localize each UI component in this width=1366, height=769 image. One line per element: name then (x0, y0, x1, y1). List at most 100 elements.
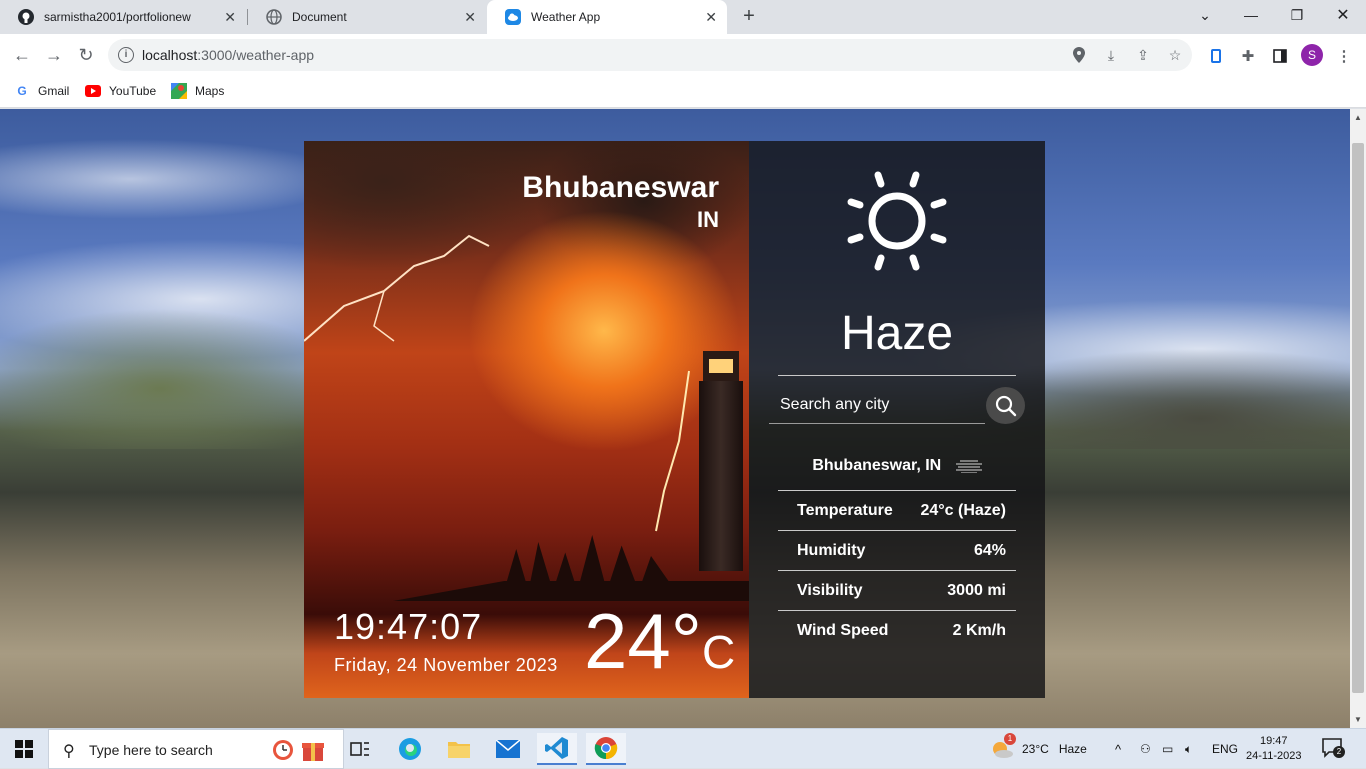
clock-time: 19:47 (1259, 735, 1288, 747)
scroll-thumb[interactable] (1352, 143, 1364, 693)
location-text: Bhubaneswar, IN (812, 457, 942, 474)
restore-button[interactable]: ❐ (1274, 0, 1320, 30)
weather-hero-card: Bhubaneswar IN 19:47:07 Friday, 24 Novem… (304, 141, 749, 698)
notification-center[interactable]: 2 (1322, 729, 1345, 769)
bookmark-star-icon[interactable]: ☆ (1167, 47, 1183, 63)
detail-value: 64% (973, 542, 1006, 559)
detail-label: Visibility (797, 582, 863, 599)
scroll-up-icon[interactable]: ▲ (1354, 113, 1362, 122)
weather-details-panel: Haze Bhubaneswar, IN Temperature 24°c (H… (749, 141, 1045, 698)
divider (778, 375, 1016, 376)
weather-icon (505, 9, 521, 25)
address-bar[interactable]: i localhost:3000/weather-app ⤓ ⇪ ☆ (108, 39, 1192, 71)
vscode-icon[interactable] (537, 733, 577, 765)
site-info-icon[interactable]: i (118, 47, 134, 63)
mail-icon[interactable] (488, 733, 528, 765)
detail-label: Wind Speed (797, 622, 889, 639)
close-window-button[interactable]: ✕ (1320, 0, 1366, 30)
tab-search-icon[interactable]: ⌄ (1182, 0, 1228, 30)
tab-title: Document (292, 10, 347, 24)
weather-condition: Haze (840, 307, 954, 360)
current-date: Friday, 24 November 2023 (334, 655, 558, 675)
bookmarks-bar: G Gmail YouTube Maps (0, 76, 1366, 108)
weather-widget[interactable]: 1 23°C Haze (990, 729, 1087, 769)
location-line: Bhubaneswar, IN (749, 457, 1045, 475)
alarm-clock-icon (271, 736, 295, 767)
taskbar-temp: 23°C (1022, 742, 1049, 756)
weather-widget-icon: 1 (990, 732, 1016, 762)
install-icon[interactable]: ⤓ (1103, 47, 1119, 63)
close-tab-icon[interactable]: ✕ (464, 9, 476, 26)
task-view-icon[interactable] (340, 733, 380, 765)
language-indicator[interactable]: ENG (1212, 729, 1238, 769)
location-icon[interactable] (1071, 47, 1087, 63)
detail-label: Temperature (797, 502, 893, 519)
profile-avatar[interactable]: S (1301, 44, 1323, 66)
tab-strip: sarmistha2001/portfolionew ✕ Document ✕ … (0, 0, 1366, 34)
country-code: IN (697, 207, 719, 232)
taskbar-weather-condition: Haze (1058, 742, 1087, 756)
detail-value: 2 Km/h (952, 622, 1006, 639)
close-tab-icon[interactable]: ✕ (224, 9, 236, 26)
temperature-display: 24°C (584, 596, 735, 687)
back-icon[interactable]: ← (11, 44, 33, 66)
url-path: :3000/weather-app (197, 47, 315, 63)
extension-app-icon[interactable] (1207, 47, 1225, 65)
url-host: localhost (142, 47, 198, 63)
clock-date: 24-11-2023 (1246, 750, 1302, 762)
bookmark-youtube[interactable]: YouTube (85, 83, 156, 99)
detail-value: 3000 mi (947, 582, 1006, 599)
share-icon[interactable]: ⇪ (1135, 47, 1151, 63)
detail-value: 24°c (Haze) (920, 502, 1006, 519)
battery-icon[interactable]: ▭ (1162, 729, 1173, 769)
start-button[interactable] (0, 729, 48, 769)
tab-github[interactable]: sarmistha2001/portfolionew ✕ (0, 0, 246, 34)
search-icon (995, 395, 1016, 416)
show-hidden-icons[interactable]: ^ (1115, 729, 1121, 769)
detail-label: Humidity (797, 542, 866, 559)
sun-icon (847, 171, 947, 271)
file-explorer-icon[interactable] (439, 733, 479, 765)
bookmark-label: Maps (195, 84, 225, 98)
city-name: Bhubaneswar (522, 171, 719, 204)
menu-kebab-icon[interactable]: ⋮ (1335, 47, 1353, 65)
lighthouse-graphic (699, 351, 743, 571)
chrome-icon[interactable] (586, 733, 626, 765)
google-icon: G (17, 84, 27, 98)
new-tab-button[interactable]: + (738, 5, 760, 27)
forward-icon[interactable]: → (43, 44, 65, 66)
temperature-value: 24° (584, 597, 702, 685)
volume-icon[interactable]: 🔈︎ (1185, 729, 1192, 769)
github-icon (18, 9, 34, 25)
taskbar-search-box[interactable]: ⚲ Type here to search (48, 729, 344, 769)
minimize-button[interactable]: — (1228, 0, 1274, 30)
tab-weather-app[interactable]: Weather App ✕ (487, 0, 727, 34)
bookmark-label: Gmail (38, 84, 70, 98)
close-tab-icon[interactable]: ✕ (705, 9, 717, 26)
taskbar-search-placeholder: Type here to search (89, 742, 213, 758)
meet-now-icon[interactable]: ⚇ (1140, 729, 1151, 769)
page-scrollbar[interactable]: ▲ ▼ (1350, 109, 1366, 728)
taskbar-clock[interactable]: 19:47 24-11-2023 (1246, 729, 1301, 769)
bookmark-gmail[interactable]: G Gmail (14, 83, 69, 99)
tab-document[interactable]: Document ✕ (248, 0, 486, 34)
haze-icon (955, 460, 982, 473)
side-panel-icon[interactable] (1271, 47, 1289, 65)
weather-badge: 1 (1004, 732, 1016, 745)
puzzle-icon[interactable]: ✚ (1239, 47, 1257, 65)
notification-icon: 2 (1322, 737, 1345, 761)
scroll-down-icon[interactable]: ▼ (1354, 715, 1362, 724)
gift-icon (301, 736, 325, 767)
current-time: 19:47:07 (334, 606, 483, 647)
reload-icon[interactable]: ↻ (75, 44, 97, 66)
windows-taskbar: ⚲ Type here to search 1 23°C Haze ^ ⚇ ▭ … (0, 728, 1366, 769)
search-icon: ⚲ (63, 743, 75, 760)
detail-row-wind-speed: Wind Speed 2 Km/h (778, 610, 1016, 650)
search-button[interactable] (986, 387, 1025, 424)
notification-count: 2 (1333, 745, 1345, 758)
bookmark-maps[interactable]: Maps (171, 83, 224, 99)
city-search-input[interactable] (769, 386, 985, 424)
bookmark-label: YouTube (109, 84, 157, 98)
edge-taskbar-icon[interactable] (390, 733, 430, 765)
detail-row-temperature: Temperature 24°c (Haze) (778, 490, 1016, 530)
